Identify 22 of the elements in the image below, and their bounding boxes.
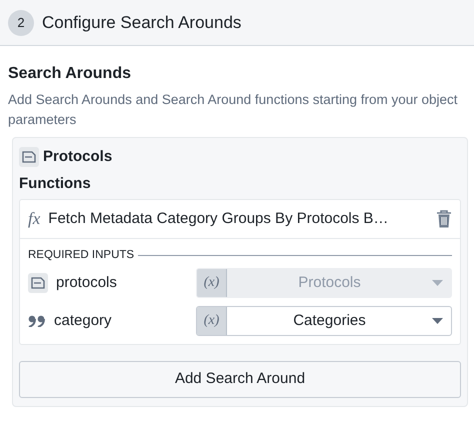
object-name: Protocols: [43, 147, 112, 168]
caret-icon: [432, 318, 443, 324]
functions-label: Functions: [19, 174, 92, 194]
object-icon: [19, 147, 39, 168]
caret-icon: [432, 280, 443, 286]
input-name: protocols: [56, 272, 117, 293]
function-symbol: fx: [28, 208, 40, 230]
section-description: Add Search Arounds and Search Around functions starting from your object parameters: [8, 91, 459, 129]
step-number: 2: [8, 10, 34, 36]
step-title: Configure Search Arounds: [42, 12, 242, 34]
required-inputs-label: REQUIRED INPUTS: [28, 248, 134, 263]
variable-button[interactable]: (x): [197, 306, 227, 335]
object-icon: [28, 272, 48, 293]
value-dropdown[interactable]: (x) Categories: [196, 306, 452, 336]
delete-icon[interactable]: [436, 210, 452, 228]
quote-icon: [28, 314, 46, 327]
section-title: Search Arounds: [8, 64, 132, 84]
input-name: category: [54, 310, 112, 331]
function-name: Fetch Metadata Category Groups By Protocols B…: [48, 208, 390, 229]
dropdown-value: Protocols: [297, 272, 362, 293]
add-search-around-button[interactable]: Add Search Around: [19, 360, 461, 398]
dropdown-value: Categories: [292, 310, 367, 331]
